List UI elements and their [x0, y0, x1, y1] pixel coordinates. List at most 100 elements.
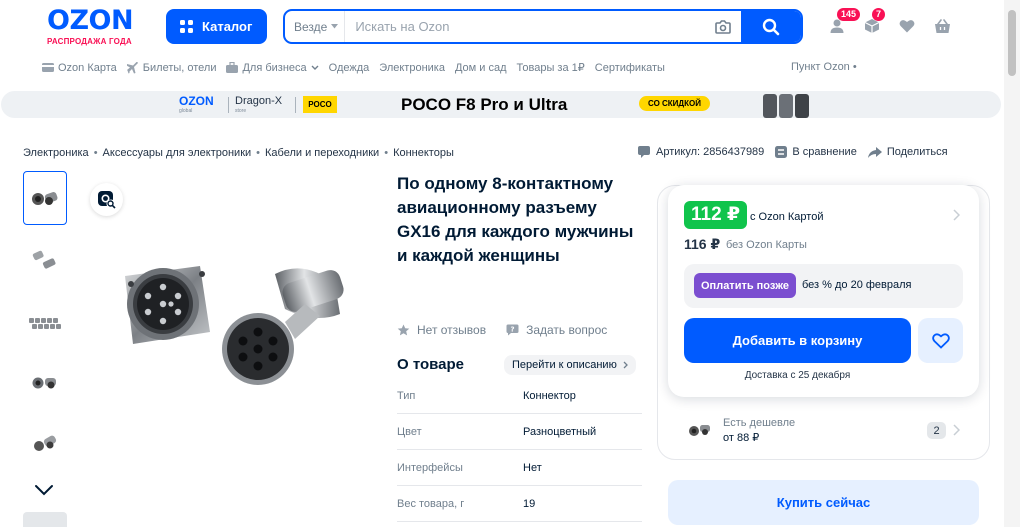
connector-thumbnail-image: [34, 435, 57, 451]
banner-discount-pill: СО СКИДКОЙ: [639, 96, 710, 111]
thumbnail-5[interactable]: [23, 417, 67, 471]
subnav-item-business[interactable]: Для бизнеса: [226, 61, 319, 74]
product-rating-row: Нет отзывов ? Задать вопрос: [397, 323, 607, 337]
plane-icon: [126, 61, 138, 73]
subnav-label: Сертификаты: [594, 61, 665, 74]
connector-thumbnail-image: [32, 377, 56, 389]
subnav-item-home-garden[interactable]: Дом и сад: [455, 62, 507, 74]
logo-subtitle: РАСПРОДАЖА ГОДА: [47, 37, 132, 46]
orders-button[interactable]: 7: [861, 8, 886, 37]
banner-dragon-logo: Dragon-X store: [235, 95, 283, 115]
spec-value: Коннектор: [523, 389, 576, 402]
ozon-logo[interactable]: OZON РАСПРОДАЖА ГОДА: [47, 7, 151, 47]
favorites-button[interactable]: [896, 15, 918, 37]
go-to-description-label: Перейти к описанию: [512, 359, 617, 371]
add-to-favorites-button[interactable]: [918, 318, 963, 363]
subnav-label: Товары за 1₽: [516, 62, 585, 74]
heart-icon: [899, 20, 915, 33]
ozon-card-price-label: с Ozon Картой: [750, 211, 824, 223]
subnav-label: Для бизнеса: [242, 61, 307, 74]
search-bar: Везде: [283, 9, 803, 44]
thumbnail-6[interactable]: [23, 512, 67, 527]
search-input[interactable]: [345, 11, 705, 42]
pickup-point-selector[interactable]: Пункт Ozon •: [791, 61, 857, 73]
regular-price-label: без Ozon Карты: [726, 239, 807, 251]
thumbnail-4[interactable]: [23, 356, 67, 410]
pay-later-text: без % до 20 февраля: [802, 279, 912, 291]
breadcrumb-item[interactable]: Электроника: [23, 147, 89, 159]
thumbnail-1[interactable]: [23, 171, 67, 225]
chevron-down-icon[interactable]: [34, 484, 54, 496]
search-button[interactable]: [741, 11, 801, 42]
compare-button[interactable]: В сравнение: [775, 146, 857, 158]
subnav-item-clothing[interactable]: Одежда: [329, 62, 370, 74]
reviews-label: Нет отзывов: [417, 323, 487, 337]
scrollbar-thumb[interactable]: [1008, 10, 1016, 76]
chevron-right-icon: [953, 424, 960, 436]
spec-value: 19: [523, 497, 536, 510]
banner-divider: [228, 97, 229, 113]
spec-row: Вес товара, г 19: [397, 486, 642, 522]
subnav-label: Ozon Карта: [58, 61, 117, 74]
article-number: Артикул: 2856437989: [656, 146, 765, 158]
product-meta: Артикул: 2856437989 В сравнение Поделить…: [638, 146, 948, 158]
breadcrumb-item[interactable]: Кабели и переходники: [265, 147, 379, 159]
cart-badge: 7: [872, 8, 886, 21]
breadcrumb-item[interactable]: Коннекторы: [393, 147, 454, 159]
delivery-date: Доставка с 25 декабря: [744, 370, 851, 381]
spec-table: Тип Коннектор Цвет Разноцветный Интерфейсы…: [397, 378, 642, 522]
banner-title: POCO F8 Pro и Ultra: [401, 95, 568, 114]
search-scope-value: Везде: [294, 19, 328, 34]
go-to-description-button[interactable]: Перейти к описанию: [504, 355, 636, 375]
heart-outline-icon: [931, 332, 950, 349]
breadcrumb-separator: •: [256, 147, 261, 159]
chevron-down-icon: [311, 65, 319, 70]
catalog-label: Каталог: [202, 19, 253, 34]
phone-image: [795, 94, 809, 118]
spec-key: Тип: [397, 389, 416, 402]
compare-icon: [775, 146, 788, 158]
thumbnail-3[interactable]: [23, 295, 67, 349]
star-icon: [397, 324, 410, 336]
product-main-image: [125, 266, 344, 385]
cart-button[interactable]: [931, 15, 953, 37]
spec-value: Разноцветный: [523, 425, 597, 438]
banner-ozon-global-logo: OZON global: [179, 94, 214, 114]
subnav-label: Дом и сад: [454, 61, 507, 74]
cheaper-offer-thumbnail: [684, 413, 716, 446]
share-button[interactable]: Поделиться: [867, 146, 948, 158]
subnav-item-tickets[interactable]: Билеты, отели: [126, 61, 217, 74]
regular-price: 116 ₽: [684, 236, 721, 252]
search-scope-select[interactable]: Везде: [285, 11, 346, 42]
subnav-item-ozon-card[interactable]: Ozon Карта: [42, 62, 117, 74]
breadcrumb-item[interactable]: Аксессуары для электроники: [103, 147, 252, 159]
add-to-cart-button[interactable]: Добавить в корзину: [684, 318, 911, 363]
profile-button[interactable]: 145: [826, 8, 861, 37]
subnav-item-electronics[interactable]: Электроника: [379, 62, 445, 74]
subnav-item-one-ruble[interactable]: Товары за 1₽: [517, 61, 585, 74]
pay-later-button[interactable]: Оплатить позже: [694, 273, 796, 298]
banner-poco-logo: POCO: [303, 96, 337, 113]
svg-text:?: ?: [511, 326, 515, 334]
buy-now-button[interactable]: Купить сейчас: [668, 480, 979, 525]
subnav-label: Билеты, отели: [142, 61, 217, 74]
page-scrollbar[interactable]: [1004, 0, 1020, 527]
reviews-link[interactable]: Нет отзывов: [397, 323, 486, 337]
ask-question-link[interactable]: ? Задать вопрос: [506, 323, 607, 337]
camera-search-button[interactable]: [705, 19, 741, 34]
spec-key: Вес товара, г: [397, 497, 465, 510]
chevron-right-icon[interactable]: [952, 209, 960, 221]
subnav-item-certificates[interactable]: Сертификаты: [595, 62, 665, 74]
cheaper-label: Есть дешевле: [723, 417, 796, 429]
article-copy[interactable]: Артикул: 2856437989: [638, 146, 764, 158]
ask-question-label: Задать вопрос: [526, 323, 608, 337]
catalog-button[interactable]: Каталог: [166, 9, 267, 44]
thumbnail-2[interactable]: [23, 233, 67, 287]
promo-banner[interactable]: OZON global Dragon-X store POCO POCO F8 Pr…: [1, 91, 1001, 118]
spec-key: Цвет: [397, 425, 422, 438]
copy-icon: [638, 146, 650, 158]
about-product-heading: О товаре: [397, 356, 465, 373]
image-search-button[interactable]: [90, 183, 123, 216]
breadcrumb: Электроника • Аксессуары для электроники •…: [23, 147, 454, 159]
pickup-label: Пункт Ozon: [791, 61, 850, 73]
